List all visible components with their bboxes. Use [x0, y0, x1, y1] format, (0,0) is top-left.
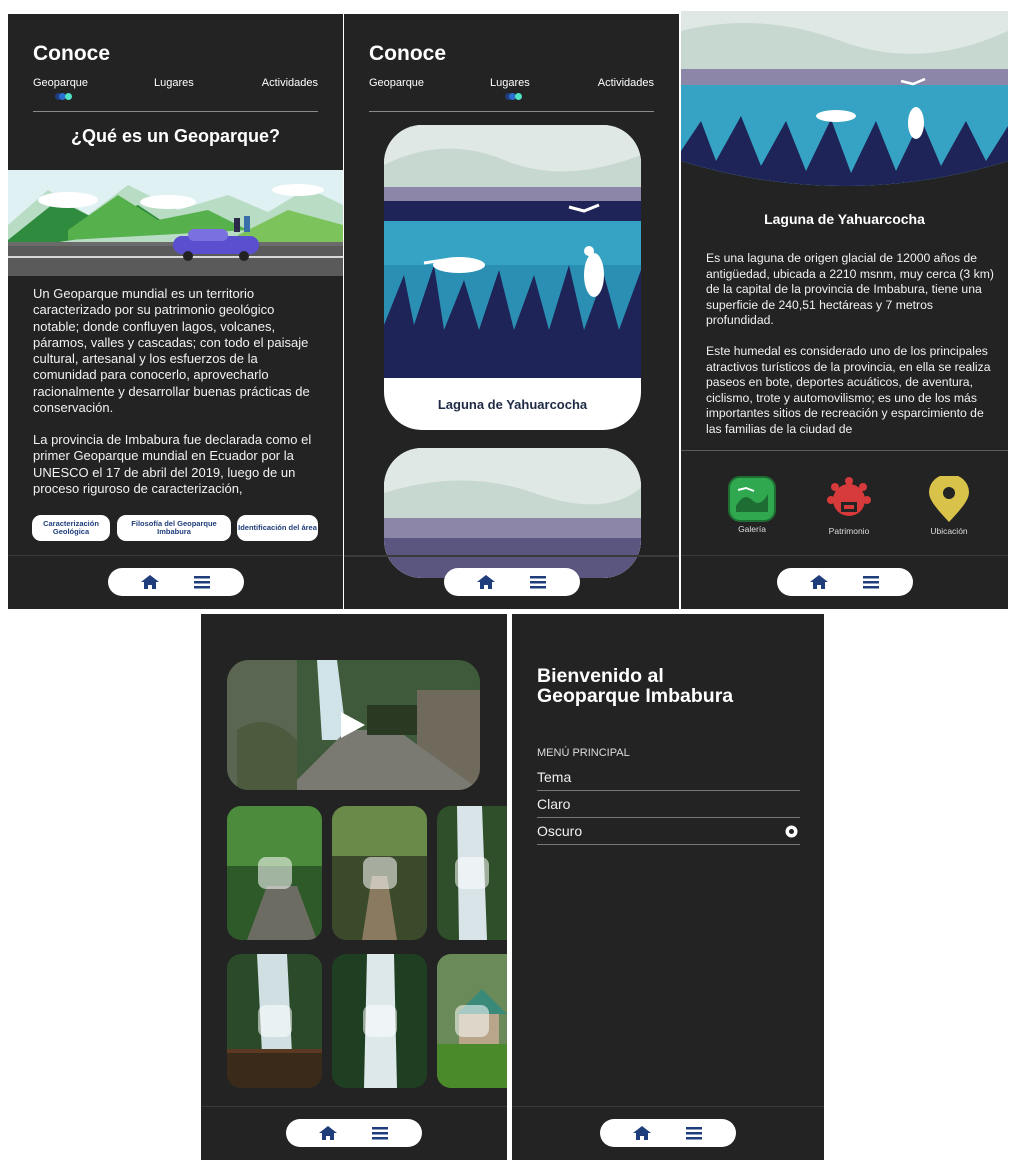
- home-icon[interactable]: [630, 1124, 654, 1142]
- nav-pill: [107, 568, 244, 596]
- page-title: Conoce: [369, 42, 447, 65]
- location-button[interactable]: Ubicación: [914, 474, 984, 536]
- bottom-navigation: [201, 1106, 507, 1160]
- tab-bar: Geoparque Lugares Actividades: [369, 77, 654, 105]
- bottom-navigation: [681, 555, 1008, 609]
- image-placeholder-icon: [257, 1005, 292, 1037]
- image-placeholder-icon: [455, 857, 489, 889]
- heritage-icon: [827, 477, 871, 516]
- image-placeholder-icon: [362, 1005, 397, 1037]
- welcome-heading: Bienvenido al Geoparque Imbabura: [537, 665, 734, 707]
- screen-gallery: [201, 614, 507, 1160]
- active-tab-indicator: [55, 93, 73, 100]
- menu-icon[interactable]: [190, 573, 214, 591]
- screen-place-detail: Laguna de Yahuarcocha Es una laguna de o…: [681, 11, 1008, 609]
- home-icon[interactable]: [138, 573, 162, 591]
- home-icon[interactable]: [807, 573, 831, 591]
- screen-geoparque: Conoce Geoparque Lugares Actividades ¿Qu…: [8, 14, 343, 609]
- menu-item-label: Oscuro: [537, 823, 583, 839]
- tab-lugares[interactable]: Lugares: [490, 77, 530, 89]
- gallery-photo[interactable]: [332, 954, 427, 1088]
- tab-geoparque[interactable]: Geoparque: [33, 77, 88, 89]
- place-title: Laguna de Yahuarcocha: [764, 211, 925, 227]
- bottom-navigation: [344, 555, 679, 609]
- chip-filosofia[interactable]: Filosofía del Geoparque Imbabura: [117, 515, 231, 541]
- place-card[interactable]: Laguna de Yahuarcocha: [384, 125, 641, 430]
- heritage-button[interactable]: Patrimonio: [814, 476, 884, 536]
- location-label: Ubicación: [930, 526, 968, 536]
- page-title: Conoce: [33, 42, 111, 65]
- chip-caracterizacion[interactable]: Caracterización Geológica: [32, 515, 110, 541]
- screen-main-menu: Bienvenido al Geoparque Imbabura MENÚ PR…: [512, 614, 824, 1160]
- video-thumbnail[interactable]: [227, 660, 480, 790]
- menu-item-tema[interactable]: Tema: [537, 764, 800, 791]
- gallery-button[interactable]: Galería: [717, 476, 787, 534]
- place-description: Es una laguna de origen glacial de 12000…: [706, 251, 994, 328]
- image-placeholder-icon: [257, 857, 292, 889]
- nav-pill: [443, 568, 580, 596]
- home-icon[interactable]: [316, 1124, 340, 1142]
- divider: [369, 111, 654, 112]
- nav-pill: [286, 1119, 422, 1147]
- gallery-photo[interactable]: [332, 806, 427, 940]
- location-pin-icon: [929, 474, 969, 522]
- menu-icon[interactable]: [859, 573, 883, 591]
- tab-actividades[interactable]: Actividades: [598, 77, 654, 89]
- declaration-paragraph: La provincia de Imbabura fue declarada c…: [33, 432, 312, 498]
- radio-selected-icon[interactable]: [785, 825, 798, 838]
- place-attractions: Este humedal es considerado uno de los p…: [706, 344, 991, 436]
- lake-header-illustration: [681, 11, 1008, 201]
- bottom-navigation: [512, 1106, 824, 1160]
- menu-icon[interactable]: [526, 573, 550, 591]
- gallery-photo[interactable]: [227, 806, 322, 940]
- menu-icon[interactable]: [682, 1124, 706, 1142]
- play-icon[interactable]: [339, 710, 367, 740]
- card-title: Laguna de Yahuarcocha: [437, 396, 588, 412]
- gallery-photo[interactable]: [437, 806, 507, 940]
- nav-pill: [600, 1119, 736, 1147]
- menu-item-oscuro[interactable]: Oscuro: [537, 818, 800, 845]
- image-placeholder-icon: [362, 857, 397, 889]
- gallery-photo[interactable]: [227, 954, 322, 1088]
- bottom-navigation: [8, 555, 343, 609]
- menu-section-label: MENÚ PRINCIPAL: [537, 747, 630, 759]
- nav-pill: [776, 568, 913, 596]
- divider: [33, 111, 318, 112]
- heritage-label: Patrimonio: [828, 526, 870, 536]
- tab-bar: Geoparque Lugares Actividades: [33, 77, 318, 105]
- tab-actividades[interactable]: Actividades: [262, 77, 318, 89]
- gallery-photo[interactable]: [437, 954, 507, 1088]
- image-placeholder-icon: [455, 1005, 489, 1037]
- gallery-icon: [728, 476, 776, 522]
- menu-item-label: Claro: [537, 796, 571, 812]
- gallery-label: Galería: [738, 524, 766, 534]
- lake-illustration: [384, 125, 641, 378]
- tab-geoparque[interactable]: Geoparque: [369, 77, 424, 89]
- tab-lugares[interactable]: Lugares: [154, 77, 194, 89]
- section-heading: ¿Qué es un Geoparque?: [70, 126, 281, 146]
- screen-lugares: Conoce Geoparque Lugares Actividades Lag…: [344, 14, 679, 609]
- chip-identificacion[interactable]: Identificación del área: [237, 515, 318, 541]
- home-icon[interactable]: [474, 573, 498, 591]
- menu-item-label: Tema: [537, 769, 572, 785]
- menu-icon[interactable]: [368, 1124, 392, 1142]
- intro-paragraph: Un Geoparque mundial es un territorio ca…: [33, 286, 310, 416]
- menu-item-claro[interactable]: Claro: [537, 791, 800, 818]
- active-tab-indicator: [505, 93, 523, 100]
- landscape-illustration: [8, 170, 343, 276]
